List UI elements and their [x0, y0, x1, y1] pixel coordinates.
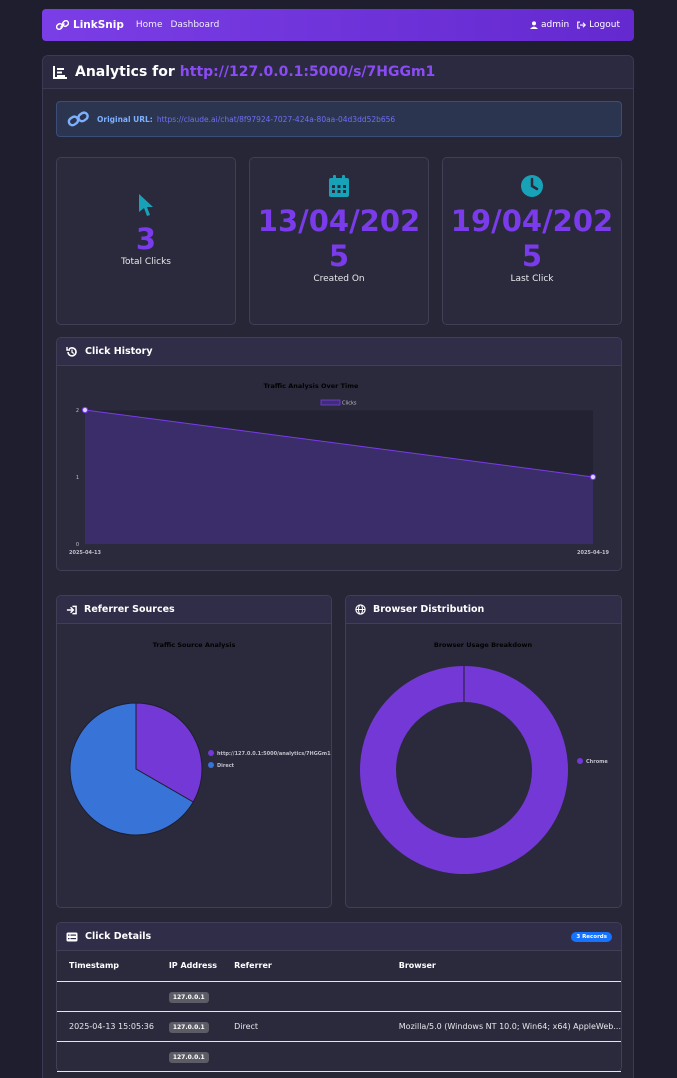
legend-swatch	[577, 758, 583, 764]
calendar-icon	[329, 175, 349, 197]
legend-label: Chrome	[586, 759, 608, 765]
records-count-badge: 3 Records	[571, 931, 612, 942]
total-clicks-card: 3 Total Clicks	[56, 157, 236, 325]
referrer-sources-card: Referrer Sources Traffic Source Analysis…	[56, 595, 332, 908]
click-details-title: Click Details	[85, 931, 152, 942]
last-click-date-line1: 19/04/202	[450, 204, 614, 238]
column-header-referrer: Referrer	[222, 951, 387, 982]
data-point	[589, 473, 597, 481]
ip-badge: 127.0.0.1	[168, 1051, 209, 1063]
ip-cell: 127.0.0.1	[156, 1011, 223, 1042]
link-icon	[67, 111, 89, 127]
nav-dashboard-link[interactable]: Dashboard	[170, 20, 219, 30]
short-url-link[interactable]: http://127.0.0.1:5000/s/7HGGm1	[180, 64, 436, 80]
ip-badge: 127.0.0.1	[168, 991, 209, 1003]
referrer-cell: Direct	[222, 1011, 387, 1042]
x-tick-label: 2025-04-19	[577, 550, 610, 556]
browser-distribution-title: Browser Distribution	[373, 604, 485, 615]
table-row: 127.0.0.1	[57, 981, 621, 1012]
timestamp-cell	[57, 981, 157, 1012]
original-url-link[interactable]: https://claude.ai/chat/8f97924-7027-424a…	[157, 115, 395, 124]
created-on-card: 13/04/202 5 Created On	[249, 157, 429, 325]
user-icon	[529, 21, 538, 29]
click-history-title: Click History	[85, 346, 153, 357]
original-url-label: Original URL:	[97, 114, 153, 124]
referrer-pie-chart: Traffic Source Analysis http://127.0.0.1…	[69, 641, 331, 836]
last-click-date-line2: 5	[521, 239, 543, 273]
table-header-row: Timestamp IP Address Referrer Browser	[57, 951, 621, 982]
y-tick-label: 1	[76, 475, 79, 481]
ip-cell: 127.0.0.1	[156, 1041, 223, 1072]
last-click-label: Last Click	[510, 274, 554, 284]
click-history-card: Click History Traffic Analysis Over Time…	[56, 337, 622, 571]
browser-doughnut-chart: Browser Usage Breakdown Chrome	[360, 641, 608, 874]
chart-title: Traffic Analysis Over Time	[264, 382, 359, 390]
pie-slice	[360, 666, 568, 874]
browser-cell	[386, 981, 621, 1012]
click-details-header: Click Details 3 Records	[57, 923, 621, 951]
column-header-ip: IP Address	[156, 951, 223, 982]
referrer-sources-title: Referrer Sources	[84, 604, 175, 615]
legend-swatch	[208, 762, 214, 768]
click-history-header: Click History	[57, 338, 621, 366]
traffic-line-chart: Traffic Analysis Over Time Clicks 0 1 2 202…	[69, 382, 610, 556]
brand-name: LinkSnip	[73, 19, 124, 31]
created-on-date-line2: 5	[328, 239, 350, 273]
legend-label: Clicks	[342, 401, 357, 407]
y-tick-label: 2	[76, 408, 79, 414]
chart-bars-icon	[53, 65, 67, 79]
brand[interactable]: LinkSnip	[56, 19, 124, 31]
table-row: 2025-04-13 15:05:36 127.0.0.1 Direct Moz…	[57, 1011, 621, 1042]
total-clicks-value: 3	[135, 222, 157, 256]
user-menu[interactable]: admin	[529, 20, 570, 30]
ip-cell: 127.0.0.1	[156, 981, 223, 1012]
click-details-table: Timestamp IP Address Referrer Browser 12…	[57, 951, 621, 1072]
timestamp-cell	[57, 1041, 157, 1072]
title-prefix: Analytics for	[75, 64, 175, 80]
table-list-icon	[66, 932, 78, 941]
legend-label: http://127.0.0.1:5000/analytics/7HGGm1	[217, 751, 331, 757]
globe-icon	[355, 604, 366, 615]
created-on-date-line1: 13/04/202	[257, 204, 421, 238]
browser-cell	[386, 1041, 621, 1072]
logout-link[interactable]: Logout	[577, 20, 620, 30]
browser-cell: Mozilla/5.0 (Windows NT 10.0; Win64; x64…	[386, 1011, 621, 1042]
click-details-card: Click Details 3 Records Timestamp IP Add…	[56, 922, 622, 1072]
original-url-alert: Original URL: https://claude.ai/chat/8f9…	[56, 101, 622, 137]
chart-title: Traffic Source Analysis	[153, 641, 236, 649]
logout-icon	[577, 21, 587, 29]
column-header-browser: Browser	[386, 951, 621, 982]
history-icon	[66, 346, 77, 357]
legend-label: Direct	[217, 763, 235, 769]
username: admin	[540, 20, 570, 30]
chart-title: Browser Usage Breakdown	[434, 641, 533, 649]
x-tick-label: 2025-04-13	[69, 550, 102, 556]
nav-home-link[interactable]: Home	[136, 20, 163, 30]
legend-swatch	[320, 399, 341, 406]
link-icon	[56, 20, 69, 30]
referrer-sources-header: Referrer Sources	[57, 596, 331, 624]
referrer-cell	[222, 981, 387, 1012]
analytics-card: Analytics for http://127.0.0.1:5000/s/7H…	[42, 55, 634, 1078]
browser-distribution-card: Browser Distribution Browser Usage Break…	[345, 595, 622, 908]
clock-icon	[521, 175, 543, 197]
total-clicks-label: Total Clicks	[120, 257, 171, 267]
page-title: Analytics for http://127.0.0.1:5000/s/7H…	[43, 56, 633, 89]
navbar: LinkSnip Home Dashboard admin Logout	[42, 9, 634, 41]
column-header-timestamp: Timestamp	[57, 951, 157, 982]
sign-in-icon	[66, 605, 77, 614]
referrer-cell	[222, 1041, 387, 1072]
data-point	[81, 406, 89, 414]
logout-label: Logout	[589, 20, 620, 30]
legend-swatch	[208, 750, 214, 756]
y-tick-label: 0	[76, 542, 79, 548]
table-row: 127.0.0.1	[57, 1041, 621, 1072]
created-on-label: Created On	[313, 274, 365, 284]
cursor-icon	[139, 194, 153, 216]
timestamp-cell: 2025-04-13 15:05:36	[57, 1011, 157, 1042]
last-click-card: 19/04/202 5 Last Click	[442, 157, 622, 325]
browser-distribution-header: Browser Distribution	[346, 596, 621, 624]
ip-badge: 127.0.0.1	[168, 1021, 209, 1033]
